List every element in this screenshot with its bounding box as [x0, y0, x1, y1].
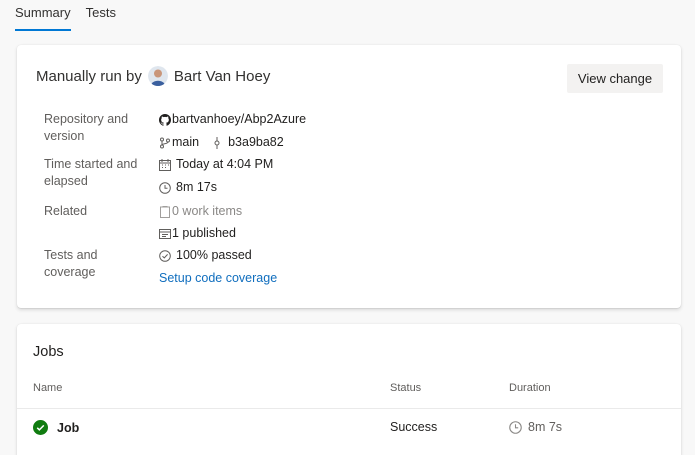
summary-card: Manually run by Bart Van Hoey View chang…: [17, 45, 681, 308]
setup-coverage-link[interactable]: Setup code coverage: [159, 270, 277, 287]
tests-passed-text: 100% passed: [176, 248, 252, 262]
time-label: Time started and elapsed: [44, 157, 138, 188]
elapsed: 8m 17s: [159, 179, 217, 196]
user-name[interactable]: Bart Van Hoey: [174, 68, 270, 85]
time-started: Today at 4:04 PM: [159, 156, 273, 173]
repo-name: bartvanhoey/Abp2Azure: [172, 112, 307, 126]
repo-label: Repository and version: [44, 112, 129, 143]
version-value: main b3a9ba82: [159, 134, 284, 151]
work-items-text: 0 work items: [172, 204, 243, 218]
work-item-icon: [159, 205, 171, 218]
github-icon: [159, 113, 171, 126]
tab-bar: Summary Tests: [15, 0, 131, 32]
related-label: Related: [44, 204, 88, 218]
run-prefix: Manually run by: [36, 67, 142, 85]
job-name[interactable]: Job: [57, 421, 79, 435]
published-text: 1 published: [172, 226, 236, 240]
commit-id[interactable]: b3a9ba82: [228, 134, 284, 151]
job-status: Success: [390, 420, 438, 434]
tab-tests[interactable]: Tests: [86, 0, 116, 32]
calendar-icon: [159, 158, 171, 171]
job-name-cell: Job: [33, 420, 79, 435]
tests-label: Tests and coverage: [44, 248, 98, 279]
tab-summary[interactable]: Summary: [15, 0, 71, 32]
avatar: [147, 66, 168, 86]
commit-icon: [211, 136, 223, 149]
work-items[interactable]: 0 work items: [159, 203, 242, 220]
clock-icon: [509, 420, 522, 434]
check-circle-icon: [159, 249, 171, 262]
column-header-duration: Duration: [509, 382, 551, 394]
column-header-name: Name: [33, 382, 63, 394]
elapsed-text: 8m 17s: [176, 180, 217, 194]
jobs-title: Jobs: [33, 344, 64, 360]
view-change-button[interactable]: View change: [567, 64, 663, 93]
tests-passed[interactable]: 100% passed: [159, 247, 252, 264]
job-duration: 8m 7s: [528, 420, 563, 434]
published[interactable]: 1 published: [159, 225, 236, 242]
run-title: Manually run by Bart Van Hoey: [36, 66, 270, 86]
branch-icon: [159, 137, 171, 149]
branch-name[interactable]: main: [172, 134, 199, 151]
success-icon: [33, 420, 48, 435]
clock-icon: [159, 181, 171, 194]
job-duration-cell: 8m 7s: [509, 420, 562, 434]
column-header-status: Status: [390, 382, 422, 394]
jobs-card: Jobs Name Status Duration Job Success 8m…: [17, 324, 681, 455]
table-row[interactable]: Job Success 8m 7s: [17, 409, 681, 447]
repo-value[interactable]: bartvanhoey/Abp2Azure: [159, 111, 306, 128]
artifact-icon: [159, 228, 171, 240]
time-started-text: Today at 4:04 PM: [176, 157, 274, 171]
